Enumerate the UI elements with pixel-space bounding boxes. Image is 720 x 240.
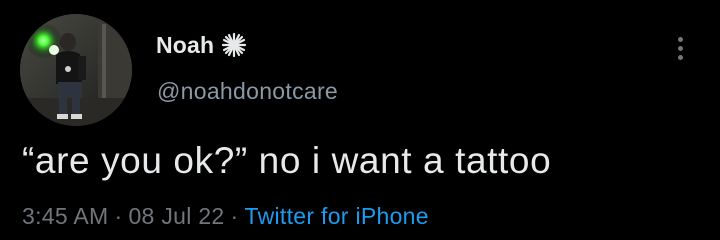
- tweet-source-link[interactable]: Twitter for iPhone: [245, 203, 429, 229]
- tweet-time[interactable]: 3:45 AM: [22, 203, 109, 229]
- sparkle-star-icon: [221, 32, 247, 58]
- name-row: Noah: [156, 30, 247, 60]
- tweet-meta: 3:45 AM · 08 Jul 22 · Twitter for iPhone: [22, 203, 429, 230]
- more-dot: [677, 36, 683, 42]
- meta-separator: ·: [114, 203, 123, 229]
- tweet-text: “are you ok?” no i want a tattoo: [22, 140, 552, 181]
- tweet-date[interactable]: 08 Jul 22: [128, 203, 224, 229]
- avatar[interactable]: [20, 14, 132, 126]
- more-dot: [677, 45, 683, 51]
- meta-separator: ·: [230, 203, 239, 229]
- avatar-image: [20, 14, 132, 126]
- more-vertical-icon[interactable]: [668, 28, 692, 68]
- more-dot: [677, 54, 683, 60]
- user-handle[interactable]: @noahdonotcare: [157, 78, 338, 105]
- display-name[interactable]: Noah: [156, 32, 214, 59]
- tweet-card: Noah @noahdonotcare “are you ok?” no i w…: [0, 0, 720, 240]
